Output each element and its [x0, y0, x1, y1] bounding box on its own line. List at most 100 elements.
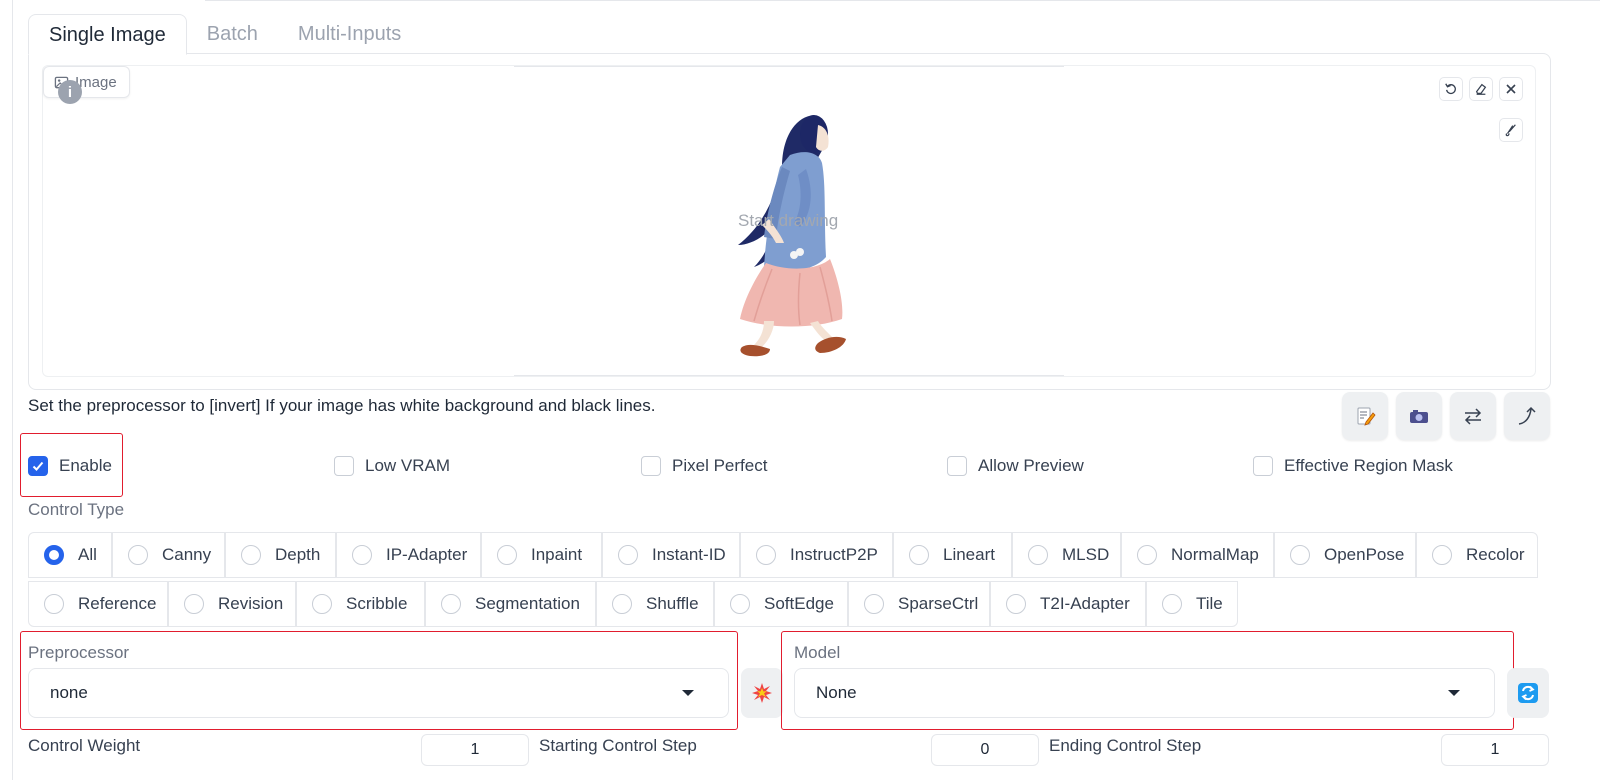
- tab-single-image[interactable]: Single Image: [28, 14, 187, 55]
- control-type-recolor[interactable]: Recolor: [1416, 532, 1538, 578]
- refresh-icon: [1518, 683, 1538, 703]
- control-type-openpose[interactable]: OpenPose: [1274, 532, 1416, 578]
- control-type-segmentation[interactable]: Segmentation: [425, 581, 596, 627]
- edit-icon: [1357, 407, 1376, 426]
- image-label: Image: [43, 66, 130, 98]
- radio-button[interactable]: [730, 594, 750, 614]
- checkbox-box[interactable]: [1253, 456, 1273, 476]
- allow-preview-checkbox[interactable]: Allow Preview: [947, 456, 1084, 476]
- enable-checkbox[interactable]: Enable: [28, 456, 112, 476]
- radio-button[interactable]: [909, 545, 929, 565]
- model-select[interactable]: None: [794, 668, 1495, 718]
- radio-label: SoftEdge: [764, 594, 834, 613]
- control-type-instructp2p[interactable]: InstructP2P: [740, 532, 893, 578]
- control-type-softedge[interactable]: SoftEdge: [714, 581, 848, 627]
- radio-button[interactable]: [1137, 545, 1157, 565]
- checkbox-box[interactable]: [334, 456, 354, 476]
- tab-batch[interactable]: Batch: [187, 14, 278, 54]
- radio-button[interactable]: [128, 545, 148, 565]
- eraser-button[interactable]: [1469, 77, 1493, 101]
- radio-button[interactable]: [312, 594, 332, 614]
- radio-button[interactable]: [1162, 594, 1182, 614]
- radio-label: Inpaint: [531, 545, 583, 564]
- control-type-inpaint[interactable]: Inpaint: [481, 532, 602, 578]
- swap-dimensions-button[interactable]: [1450, 392, 1496, 440]
- control-type-scribble[interactable]: Scribble: [296, 581, 425, 627]
- control-type-label: Control Type: [28, 500, 125, 519]
- effective-region-mask-checkbox[interactable]: Effective Region Mask: [1253, 456, 1453, 476]
- control-type-depth[interactable]: Depth: [225, 532, 336, 578]
- control-type-sparsectrl[interactable]: SparseCtrl: [848, 581, 990, 627]
- run-preprocessor-button[interactable]: [741, 668, 783, 718]
- radio-button[interactable]: [441, 594, 461, 614]
- radio-button[interactable]: [1028, 545, 1048, 565]
- preprocessor-select[interactable]: none: [28, 668, 729, 718]
- control-type-mlsd[interactable]: MLSD: [1012, 532, 1121, 578]
- chevron-down-icon: [1448, 690, 1460, 696]
- top-divider: [205, 0, 1600, 1]
- undo-button[interactable]: [1439, 77, 1463, 101]
- edit-button[interactable]: [1342, 392, 1388, 440]
- control-type-all[interactable]: All: [28, 532, 112, 578]
- radio-button[interactable]: [1290, 545, 1310, 565]
- radio-button[interactable]: [1006, 594, 1026, 614]
- starting-step-label: Starting Control Step: [539, 736, 697, 755]
- radio-label: SparseCtrl: [898, 594, 979, 613]
- checkbox-checked[interactable]: [28, 456, 48, 476]
- control-weight-input[interactable]: 1: [421, 734, 529, 766]
- preprocessor-value: none: [50, 683, 88, 702]
- radio-label: OpenPose: [1324, 545, 1405, 564]
- radio-button[interactable]: [612, 594, 632, 614]
- control-type-shuffle[interactable]: Shuffle: [596, 581, 714, 627]
- camera-icon: [1410, 410, 1428, 423]
- radio-label: Instant-ID: [652, 545, 726, 564]
- swap-icon: [1464, 408, 1482, 425]
- send-dimensions-button[interactable]: [1504, 392, 1550, 440]
- checkbox-box[interactable]: [641, 456, 661, 476]
- enable-label: Enable: [59, 456, 112, 475]
- radio-button[interactable]: [241, 545, 261, 565]
- preprocessor-label: Preprocessor: [28, 643, 130, 662]
- radio-label: Recolor: [1466, 545, 1525, 564]
- refresh-models-button[interactable]: [1507, 668, 1549, 718]
- radio-label: Tile: [1196, 594, 1223, 613]
- control-type-canny[interactable]: Canny: [112, 532, 225, 578]
- control-type-reference[interactable]: Reference: [28, 581, 168, 627]
- radio-label: Segmentation: [475, 594, 580, 613]
- control-type-revision[interactable]: Revision: [168, 581, 296, 627]
- ending-step-label: Ending Control Step: [1049, 736, 1202, 755]
- radio-button[interactable]: [352, 545, 372, 565]
- input-tabs: Single Image Batch Multi-Inputs: [28, 14, 421, 55]
- pixel-perfect-checkbox[interactable]: Pixel Perfect: [641, 456, 767, 476]
- model-value: None: [816, 683, 857, 702]
- starting-step-input[interactable]: 0: [931, 734, 1039, 766]
- radio-button[interactable]: [618, 545, 638, 565]
- radio-button[interactable]: [756, 545, 776, 565]
- control-type-normalmap[interactable]: NormalMap: [1121, 532, 1274, 578]
- radio-button[interactable]: [44, 594, 64, 614]
- radio-label: Reference: [78, 594, 157, 613]
- control-type-t2i-adapter[interactable]: T2I-Adapter: [990, 581, 1146, 627]
- camera-button[interactable]: [1396, 392, 1442, 440]
- model-label: Model: [794, 643, 841, 662]
- radio-selected[interactable]: [44, 545, 64, 565]
- radio-button[interactable]: [497, 545, 517, 565]
- control-type-lineart[interactable]: Lineart: [893, 532, 1012, 578]
- checkbox-box[interactable]: [947, 456, 967, 476]
- control-type-ip-adapter[interactable]: IP-Adapter: [336, 532, 481, 578]
- low-vram-label: Low VRAM: [365, 456, 451, 475]
- clear-button[interactable]: [1499, 77, 1523, 101]
- radio-label: InstructP2P: [790, 545, 878, 564]
- control-type-tile[interactable]: Tile: [1146, 581, 1238, 627]
- ending-step-input[interactable]: 1: [1441, 734, 1549, 766]
- brush-icon: [1505, 124, 1516, 137]
- radio-button[interactable]: [1432, 545, 1452, 565]
- tab-multi-inputs[interactable]: Multi-Inputs: [278, 14, 421, 54]
- radio-button[interactable]: [864, 594, 884, 614]
- control-type-instant-id[interactable]: Instant-ID: [602, 532, 740, 578]
- low-vram-checkbox[interactable]: Low VRAM: [334, 456, 450, 476]
- brush-button[interactable]: [1499, 118, 1523, 142]
- info-icon[interactable]: i: [58, 80, 82, 104]
- radio-label: Revision: [218, 594, 284, 613]
- radio-button[interactable]: [184, 594, 204, 614]
